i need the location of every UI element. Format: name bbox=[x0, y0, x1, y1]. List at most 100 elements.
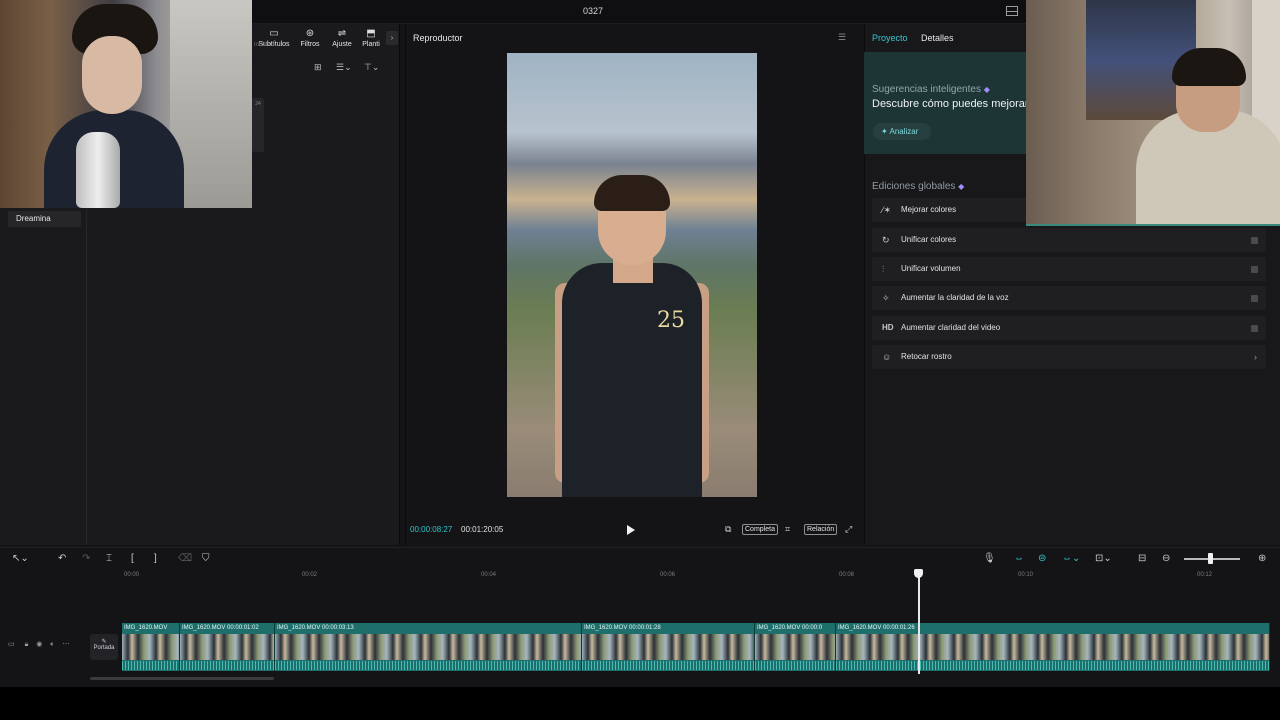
player-title: Reproductor bbox=[413, 33, 463, 43]
cover-label: Portada bbox=[93, 645, 115, 651]
media-search-input[interactable]: multim... bbox=[250, 38, 298, 52]
time-total: 00:01:20:05 bbox=[461, 525, 504, 534]
microphone-icon[interactable]: 🎙︎ bbox=[983, 553, 996, 564]
media-scroll-handle[interactable]: 24 bbox=[252, 98, 264, 152]
trim-left-icon[interactable]: [ bbox=[131, 553, 134, 564]
ruler-label: 00:04 bbox=[481, 572, 497, 578]
magnet-icon[interactable]: ⊜ bbox=[1038, 553, 1046, 564]
analyze-label: Analizar bbox=[889, 127, 919, 136]
playhead-handle[interactable] bbox=[914, 569, 923, 578]
trim-right-icon[interactable]: ] bbox=[154, 553, 157, 564]
timeline-clip[interactable]: IMG_1620.MOV 00:00:01:28 bbox=[582, 623, 755, 671]
eye-icon[interactable]: ◉ bbox=[36, 641, 42, 648]
cover-button[interactable]: ✎ Portada bbox=[90, 634, 118, 660]
lock-icon[interactable]: 🔒︎ bbox=[25, 641, 29, 648]
aspect-ratio-button[interactable]: Relación bbox=[804, 524, 838, 535]
timeline-clip[interactable]: IMG_1620.MOV 00:00:01:02 bbox=[180, 623, 275, 671]
edit-label: Retocar rostro bbox=[901, 352, 952, 361]
clip-thumbnails bbox=[755, 634, 835, 660]
adjust-icon: ⇌ bbox=[337, 28, 347, 39]
clip-label: IMG_1620.MOV 00:00:01:28 bbox=[584, 625, 661, 631]
play-icon[interactable] bbox=[627, 525, 635, 535]
filter-icon[interactable]: ⊤⌄ bbox=[364, 62, 379, 73]
clip-waveform bbox=[180, 661, 274, 670]
layout-icon[interactable] bbox=[1006, 6, 1018, 16]
delete-icon[interactable]: ⌫ bbox=[178, 553, 192, 564]
menu-icon[interactable]: ☰ bbox=[838, 32, 846, 43]
video-preview[interactable]: 25 bbox=[507, 53, 757, 497]
time-current: 00:00:08:27 bbox=[410, 525, 453, 534]
redo-icon[interactable]: ↷ bbox=[82, 553, 90, 564]
analyze-button[interactable]: ✦ Analizar bbox=[873, 123, 931, 140]
webcam-person-hair bbox=[1172, 48, 1246, 86]
timeline-scrollbar[interactable] bbox=[90, 677, 274, 680]
playhead[interactable] bbox=[918, 570, 920, 674]
hd-icon: HD bbox=[882, 323, 894, 332]
crop-icon[interactable]: ⧉ bbox=[725, 524, 731, 535]
edit-video-clarity[interactable]: HD Aumentar claridad del video bbox=[872, 316, 1266, 340]
zoom-in-icon[interactable]: ⊕ bbox=[1258, 553, 1266, 564]
timeline-clip[interactable]: IMG_1620.MOV 00:00:0 bbox=[755, 623, 836, 671]
edit-unify-volume[interactable]: ⫶ Unificar volumen bbox=[872, 257, 1266, 281]
edit-face-retouch[interactable]: ☺ Retocar rostro › bbox=[872, 345, 1266, 369]
sort-icon[interactable]: ☰⌄ bbox=[336, 62, 352, 73]
premium-gem-icon: ◆ bbox=[958, 182, 965, 191]
toolbar-templates-button[interactable]: ⬒ Planti bbox=[357, 28, 385, 48]
marker-icon[interactable]: ⛉ bbox=[202, 553, 210, 564]
clip-thumbnails bbox=[180, 634, 274, 660]
link-clips-icon[interactable]: ⇔ bbox=[1014, 553, 1024, 564]
edit-voice-clarity[interactable]: ✧ Aumentar la claridad de la voz bbox=[872, 286, 1266, 310]
sidebar-item-dreamina[interactable]: Dreamina bbox=[8, 211, 81, 227]
select-tool-icon[interactable]: ↖⌄ bbox=[12, 553, 29, 564]
zoom-slider-handle[interactable] bbox=[1208, 553, 1213, 564]
magic-wand-icon: ⁄✶ bbox=[882, 205, 892, 215]
undo-icon[interactable]: ↶ bbox=[58, 553, 66, 564]
video-subject-hair bbox=[594, 175, 670, 211]
color-match-icon: ↻ bbox=[882, 235, 890, 245]
webcam-overlay-left bbox=[0, 0, 252, 208]
microphone-image bbox=[76, 132, 120, 208]
toggle[interactable] bbox=[1251, 295, 1258, 302]
edit-label: Unificar volumen bbox=[901, 264, 961, 273]
toggle[interactable] bbox=[1251, 237, 1258, 244]
clip-label: IMG_1620.MOV 00:00:01:02 bbox=[182, 625, 259, 631]
clip-thumbnails bbox=[275, 634, 581, 660]
snapshot-icon[interactable]: ⌗ bbox=[785, 524, 790, 535]
toggle[interactable] bbox=[1251, 325, 1258, 332]
toolbar-adjust-button[interactable]: ⇌ Ajuste bbox=[323, 28, 361, 48]
timeline-clip[interactable]: IMG_1620.MOV bbox=[122, 623, 180, 671]
tab-detalles[interactable]: Detalles bbox=[921, 33, 954, 43]
clip-waveform bbox=[755, 661, 835, 670]
timeline-ruler[interactable] bbox=[120, 570, 1280, 584]
split-icon[interactable]: ⌶ bbox=[106, 553, 112, 564]
tab-proyecto[interactable]: Proyecto bbox=[872, 33, 908, 43]
webcam-person-face bbox=[82, 36, 142, 114]
edit-label: Aumentar claridad del video bbox=[901, 323, 1001, 332]
caption-icon[interactable]: ⊟ bbox=[1138, 553, 1146, 564]
toolbar-templates-label: Planti bbox=[362, 41, 380, 48]
edit-unify-colors[interactable]: ↻ Unificar colores bbox=[872, 228, 1266, 252]
premium-gem-icon: ◆ bbox=[983, 85, 990, 94]
ruler-label: 00:02 bbox=[302, 572, 318, 578]
template-icon: ⬒ bbox=[366, 28, 376, 39]
clip-thumbnails bbox=[122, 634, 179, 660]
scroll-badge: 24 bbox=[255, 101, 261, 107]
snap-icon[interactable]: ⇔⌄ bbox=[1062, 553, 1080, 564]
toggle[interactable] bbox=[1251, 266, 1258, 273]
toolbar-more-chevron-icon[interactable]: › bbox=[386, 31, 398, 45]
zoom-out-icon[interactable]: ⊖ bbox=[1162, 553, 1170, 564]
speaker-icon[interactable]: 🔈︎ bbox=[50, 641, 54, 648]
clip-label: IMG_1620.MOV 00:00:01:26 bbox=[838, 625, 915, 631]
track-hide-icon[interactable]: ▭ bbox=[8, 641, 15, 648]
clip-waveform bbox=[122, 661, 179, 670]
timeline-clip[interactable]: IMG_1620.MOV 00:00:01:26 bbox=[836, 623, 1270, 671]
preview-axis-icon[interactable]: ⊡⌄ bbox=[1095, 553, 1112, 564]
full-quality-button[interactable]: Completa bbox=[742, 524, 778, 535]
more-icon[interactable]: ⋯ bbox=[62, 641, 69, 648]
timeline-clip[interactable]: IMG_1620.MOV 00:00:03:13 bbox=[275, 623, 582, 671]
sparkle-icon: ✦ bbox=[881, 127, 888, 136]
smart-suggestions-title: Sugerencias inteligentes ◆ bbox=[872, 84, 990, 95]
clip-label: IMG_1620.MOV 00:00:03:13 bbox=[277, 625, 354, 631]
fullscreen-icon[interactable]: ⤢ bbox=[845, 524, 852, 535]
grid-view-icon[interactable]: ⊞ bbox=[314, 62, 322, 73]
